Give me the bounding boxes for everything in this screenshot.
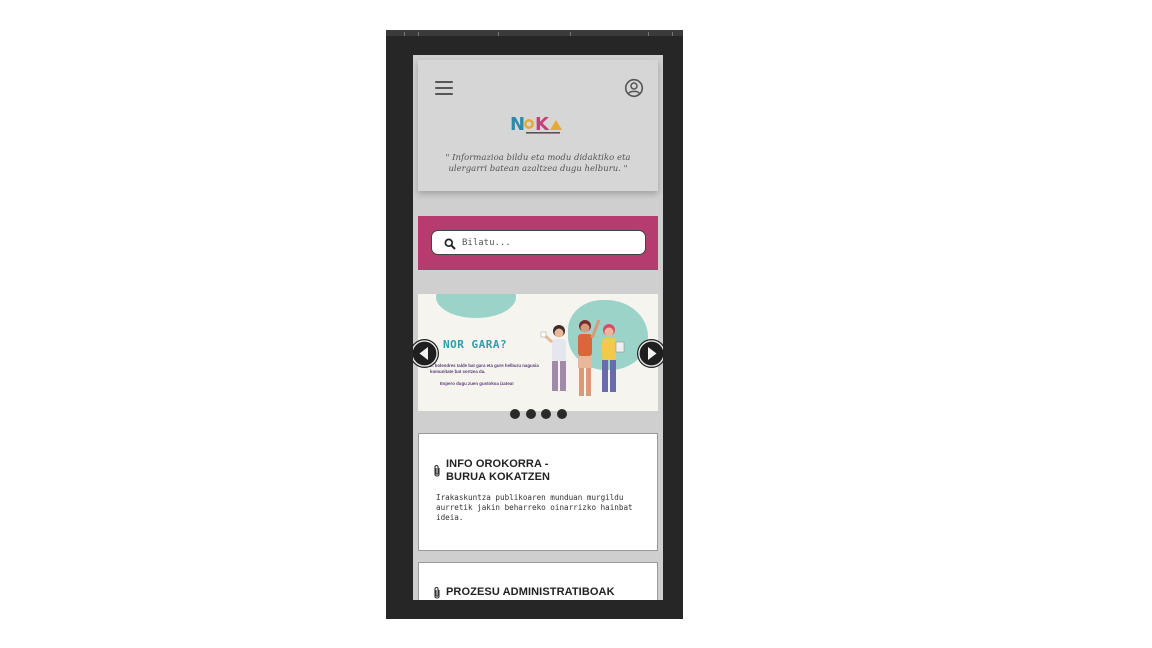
paperclip-icon: [433, 586, 441, 600]
tagline: " Informazioa bildu eta modu didaktiko e…: [445, 153, 631, 174]
slide-title: NOR GARA?: [443, 338, 508, 351]
chevron-left-icon: [413, 340, 438, 367]
svg-text:N: N: [510, 114, 525, 135]
slide-text: ... kolendres talde bat gara eta gure he…: [430, 363, 539, 374]
app-screen: N K " Informazioa bildu eta modu didakti…: [413, 55, 663, 600]
decorative-blob: [436, 294, 516, 318]
device-top-bar: [386, 30, 683, 36]
carousel-dot-4[interactable]: [557, 409, 567, 419]
info-card-general[interactable]: INFO OROKORRA - BURUA KOKATZEN Irakaskun…: [418, 433, 658, 551]
carousel-pagination: [510, 409, 570, 419]
card-description: Irakaskuntza publikoaren munduan murgild…: [436, 493, 633, 522]
carousel-dot-2[interactable]: [526, 409, 536, 419]
carousel-dot-1[interactable]: [510, 409, 520, 419]
info-card-admin[interactable]: PROZESU ADMINISTRATIBOAK: [418, 562, 658, 600]
search-box[interactable]: [431, 230, 646, 255]
search-input[interactable]: [462, 234, 637, 251]
phone-frame: N K " Informazioa bildu eta modu didakti…: [386, 30, 683, 619]
carousel-prev-button[interactable]: [413, 339, 439, 368]
carousel-dot-3[interactable]: [541, 409, 551, 419]
card-title: INFO OROKORRA - BURUA KOKATZEN: [446, 458, 551, 483]
svg-text:K: K: [535, 114, 550, 135]
card-title: PROZESU ADMINISTRATIBOAK: [446, 586, 615, 598]
account-circle-icon[interactable]: [624, 78, 644, 98]
hamburger-icon[interactable]: [435, 81, 453, 95]
search-band: [418, 216, 658, 270]
paperclip-icon: [433, 464, 441, 478]
search-icon: [444, 237, 456, 250]
noka-logo: N K: [510, 112, 568, 138]
chevron-right-icon: [638, 340, 663, 367]
carousel-next-button[interactable]: [637, 339, 663, 368]
hero-carousel[interactable]: NOR GARA? ... kolendres talde bat gara e…: [418, 294, 658, 411]
header-card: N K " Informazioa bildu eta modu didakti…: [418, 60, 658, 191]
people-illustration: [533, 316, 643, 411]
